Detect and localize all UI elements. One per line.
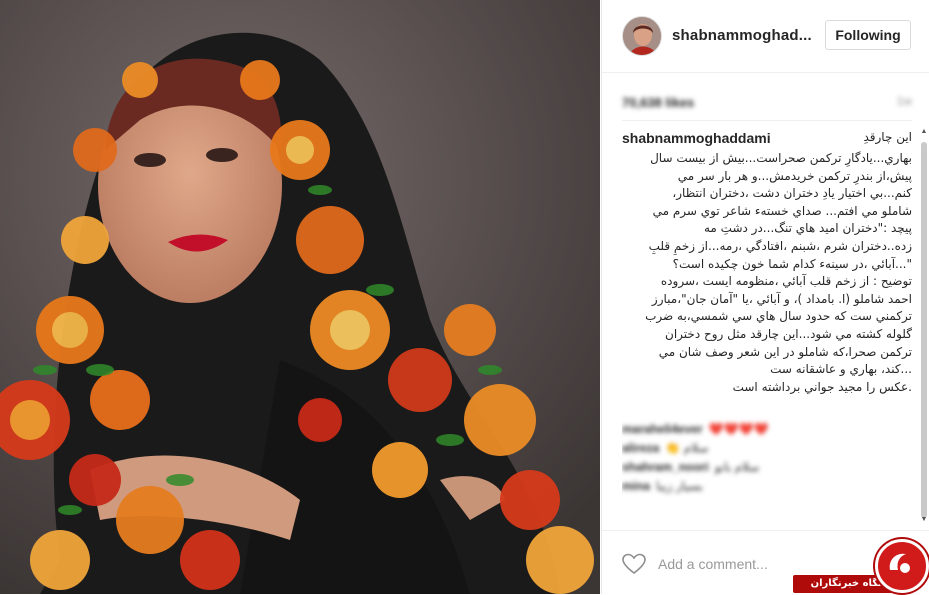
caption-line: شاملو مي افتم... صداي خسته‌ء شاعر توي سر… <box>652 203 912 218</box>
caption-line: بهاري...يادگارِ تركمن صحراست...بيش از بي… <box>650 151 912 165</box>
comment-text: بسيار زيبا <box>656 479 703 494</box>
caption-line: پيچد :"دختران اميد هاي تنگ...در دشتِ مه <box>704 221 912 236</box>
portrait-image <box>0 0 600 594</box>
caption-line: زده..دختران شرم ،شبنم ،افتادگي ،رمه...از… <box>648 238 912 253</box>
comment-username[interactable]: mina <box>622 479 650 493</box>
caption-area: shabnammoghaddami اين چارقدِ بهاري...ياد… <box>622 130 912 522</box>
comment-text: سلام بانو <box>714 460 760 475</box>
comment-text: ❤️❤️❤️❤️ <box>708 422 769 437</box>
comment-item: maraheli4ever ❤️❤️❤️❤️ <box>622 420 912 439</box>
comment-item: alireza 👏 سلام <box>622 439 912 458</box>
scroll-thumb[interactable] <box>921 142 927 518</box>
caption-line: كنم...بي اختيار يادِ دختران دشت ،دختران … <box>672 186 912 201</box>
caption-line: تركمني ست كه حدود سال هاي سي شمسي،به ضرب <box>645 309 912 324</box>
comment-item: mina بسيار زيبا <box>622 477 912 496</box>
post-photo[interactable] <box>0 0 600 594</box>
post-header: shabnammoghad... Following <box>602 0 929 73</box>
watermark-logo: باشگاه خبرنگاران <box>793 535 929 594</box>
scroll-down-arrow-icon[interactable]: ▼ <box>920 516 928 524</box>
caption-line: احمد شاملو (ا. بامداد )، و آبائي ،يا "آم… <box>651 291 912 306</box>
caption-line: .عكس را مجيد جواني برداشته است <box>732 379 912 394</box>
comment-item: shahram_noori سلام بانو <box>622 458 912 477</box>
post-time[interactable]: 1w <box>897 94 912 108</box>
following-button[interactable]: Following <box>825 20 911 50</box>
divider <box>622 120 912 121</box>
watermark-emblem-icon <box>875 539 929 593</box>
likes-count[interactable]: 70,638 likes <box>622 95 694 110</box>
caption-line: "...آبائي ،در سينه‌ء كدام شما خون چكيده … <box>672 256 912 271</box>
header-username[interactable]: shabnammoghad... <box>672 27 812 44</box>
comment-text: 👏 سلام <box>665 441 709 456</box>
likes-row: 70,638 likes 1w <box>622 94 912 110</box>
caption-header: shabnammoghaddami اين چارقدِ <box>622 130 912 150</box>
scrollbar[interactable]: ▲ ▼ <box>920 128 928 524</box>
caption-line: تركمن صحرا،كه شاملو در اين شعر وصف شان م… <box>658 344 912 359</box>
caption-line: توضيح : از زخم قلب آبائي ،منظومه ايست ،س… <box>660 274 912 289</box>
scroll-up-arrow-icon[interactable]: ▲ <box>920 128 928 136</box>
avatar-image <box>623 17 661 55</box>
avatar[interactable] <box>622 16 662 56</box>
comment-username[interactable]: shahram_noori <box>622 460 709 474</box>
heart-icon[interactable] <box>622 553 646 575</box>
post-panel: shabnammoghad... Following 70,638 likes … <box>601 0 929 594</box>
caption-text: بهاري...يادگارِ تركمن صحراست...بيش از بي… <box>622 150 912 396</box>
comment-list: maraheli4ever ❤️❤️❤️❤️ alireza 👏 سلام shahra… <box>622 420 912 496</box>
comment-username[interactable]: alireza <box>622 441 659 455</box>
caption-line: پيش،از بندرِ تركمن خريدمش...و هر بار سر … <box>677 168 912 183</box>
caption-line: ...كند، بهاري و عاشقانه ست <box>770 362 912 377</box>
caption-line: گلوله كشته مي شود...اين چارقد مثل روح دخ… <box>665 326 912 341</box>
caption-first-line: اين چارقدِ <box>863 130 912 144</box>
comment-username[interactable]: maraheli4ever <box>622 422 703 436</box>
